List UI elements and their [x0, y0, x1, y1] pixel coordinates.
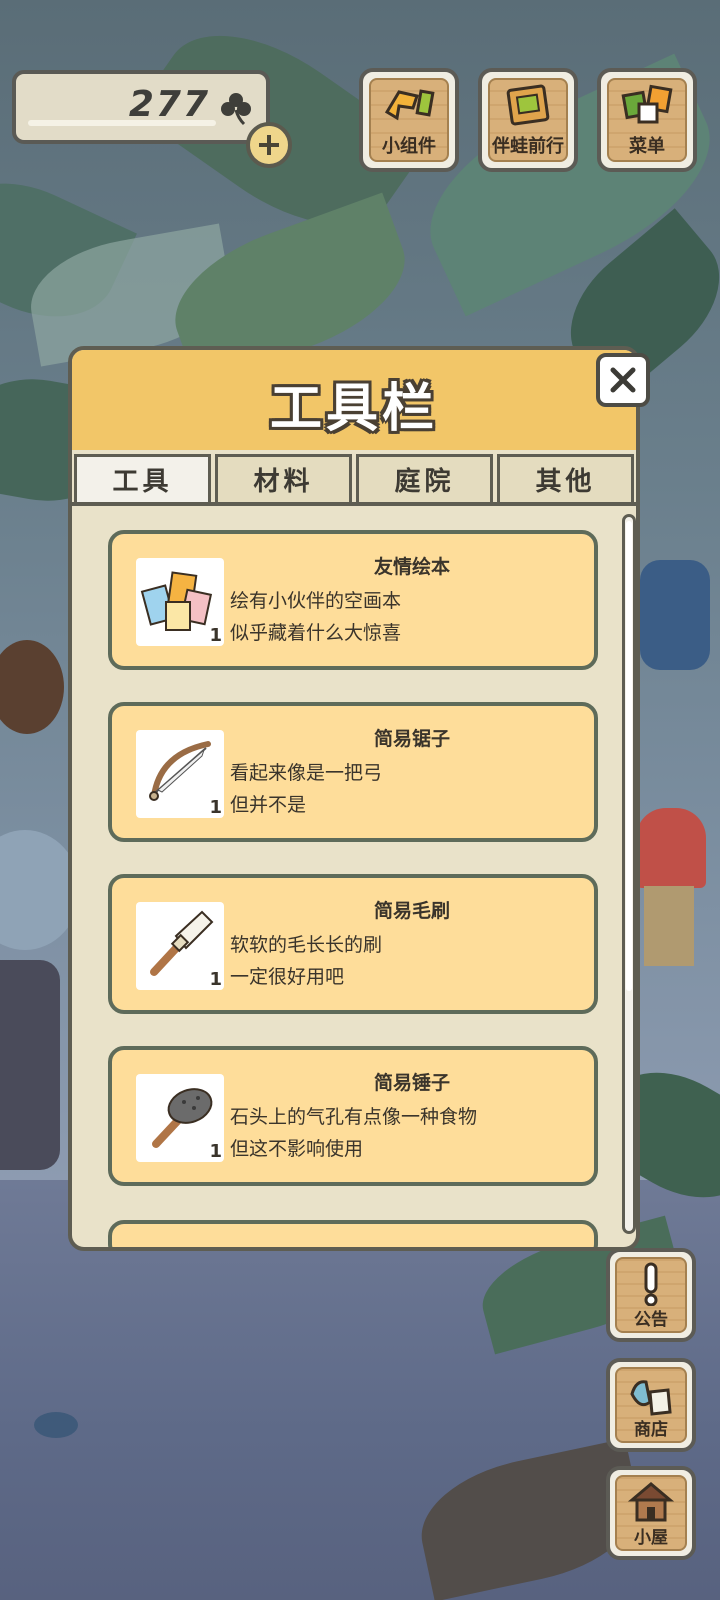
item-quantity: 1: [209, 1141, 222, 1162]
tab-tools[interactable]: 工具: [74, 454, 211, 502]
toolbar-panel: 工具栏 工具 材料 庭院 其他 1 友情绘本 绘有小伙伴的空画本 似乎藏着什么大…: [68, 346, 640, 1251]
announcement-button[interactable]: 公告: [606, 1248, 696, 1342]
item-thumbnail: 1: [136, 558, 224, 646]
close-button[interactable]: [596, 353, 650, 407]
list-item[interactable]: 1 简易锤子 石头上的气孔有点像一种食物 但这不影响使用: [108, 1046, 598, 1186]
clover-icon: [221, 93, 251, 126]
mailbox-decoration: [636, 808, 706, 888]
item-name: 简易锤子: [373, 1072, 450, 1094]
close-icon: [610, 367, 636, 393]
item-thumbnail: 1: [136, 730, 224, 818]
house-button[interactable]: 小屋: [606, 1466, 696, 1560]
tab-underline: [72, 502, 636, 506]
tab-bar: 工具 材料 庭院 其他: [72, 450, 636, 506]
shop-label: 商店: [634, 1420, 668, 1440]
rock-decoration: [0, 960, 60, 1170]
rock-decoration: [34, 1412, 78, 1438]
add-currency-button[interactable]: [246, 122, 292, 168]
frog-journey-button[interactable]: 伴蛙前行: [478, 68, 578, 172]
item-description: 石头上的气孔有点像一种食物: [230, 1106, 478, 1128]
item-quantity: 1: [209, 969, 222, 990]
item-name: 友情绘本: [373, 556, 450, 578]
tab-garden[interactable]: 庭院: [356, 454, 493, 502]
item-thumbnail: 1: [136, 1074, 224, 1162]
item-name: 简易锯子: [373, 728, 450, 750]
shop-button[interactable]: 商店: [606, 1358, 696, 1452]
menu-button[interactable]: 菜单: [597, 68, 697, 172]
announcement-label: 公告: [634, 1310, 668, 1330]
house-icon: [628, 1482, 674, 1522]
item-list: 1 友情绘本 绘有小伙伴的空画本 似乎藏着什么大惊喜 1 简易锯子 看起来像是一…: [108, 530, 598, 1218]
panel-title: 工具栏: [269, 379, 438, 439]
shop-bags-icon: [630, 1380, 672, 1416]
item-description: 绘有小伙伴的空画本: [230, 590, 402, 612]
frog-album-icon: [506, 84, 550, 126]
list-item[interactable]: 1 简易毛刷 软软的毛长长的刷 一定很好用吧: [108, 874, 598, 1014]
item-name: 简易毛刷: [373, 900, 450, 922]
menu-cards-icon: [621, 84, 673, 124]
widget-button[interactable]: 小组件: [359, 68, 459, 172]
tab-materials[interactable]: 材料: [215, 454, 352, 502]
item-description: 但并不是: [230, 794, 307, 816]
list-item[interactable]: 1 友情绘本 绘有小伙伴的空画本 似乎藏着什么大惊喜: [108, 530, 598, 670]
scrollbar-thumb[interactable]: [626, 521, 632, 991]
item-quantity: 1: [209, 625, 222, 646]
menu-label: 菜单: [629, 136, 665, 157]
widget-label: 小组件: [382, 136, 436, 157]
item-description: 看起来像是一把弓: [230, 762, 383, 784]
item-thumbnail: 1: [136, 902, 224, 990]
mailbox-post: [644, 886, 694, 966]
item-description: 软软的毛长长的刷: [230, 934, 383, 956]
currency-display: 277: [12, 70, 270, 144]
tab-others[interactable]: 其他: [497, 454, 634, 502]
currency-underline: [28, 120, 216, 126]
panel-header: 工具栏: [72, 350, 636, 450]
widget-icon: [384, 89, 435, 121]
lantern-decoration: [640, 560, 710, 670]
item-description: 但这不影响使用: [230, 1138, 364, 1160]
plus-icon: [259, 135, 279, 155]
house-label: 小屋: [634, 1528, 668, 1548]
brush-icon: [150, 910, 214, 976]
item-description: 一定很好用吧: [230, 966, 345, 988]
exclamation-icon: [644, 1262, 658, 1306]
list-item-partial[interactable]: [108, 1220, 598, 1247]
item-quantity: 1: [209, 797, 222, 818]
item-description: 似乎藏着什么大惊喜: [230, 622, 402, 644]
picture-book-icon: [140, 571, 213, 631]
scrollbar[interactable]: [622, 514, 636, 1234]
frog-journey-label: 伴蛙前行: [492, 136, 564, 157]
list-item[interactable]: 1 简易锯子 看起来像是一把弓 但并不是: [108, 702, 598, 842]
hammer-icon: [152, 1088, 213, 1148]
saw-icon: [149, 741, 211, 801]
currency-amount: 277: [128, 84, 210, 125]
